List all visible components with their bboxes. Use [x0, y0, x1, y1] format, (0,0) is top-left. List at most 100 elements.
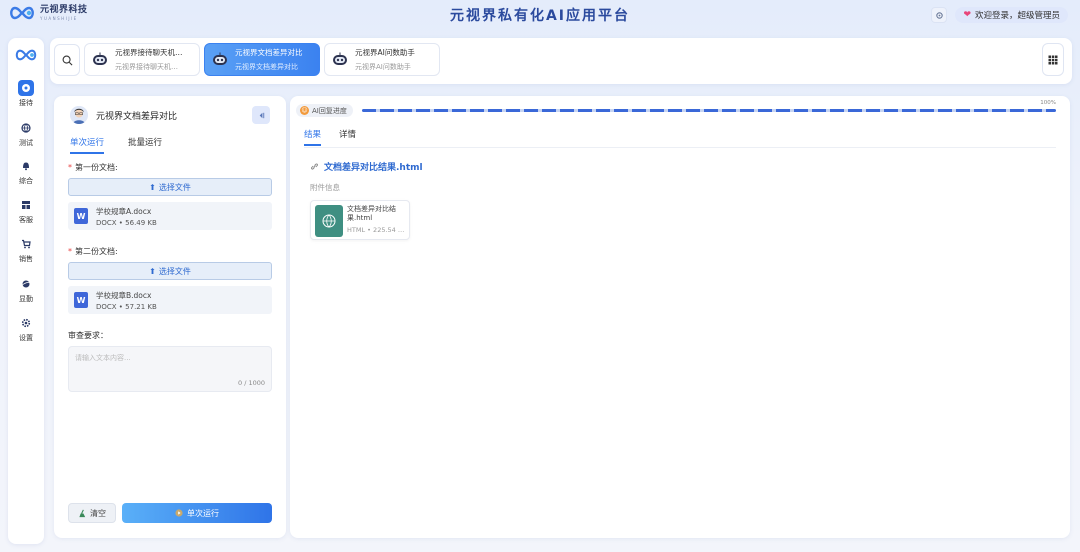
nav-item-settings[interactable]: 设置 [8, 315, 44, 343]
attachment-meta: HTML • 225.54 … [347, 226, 405, 235]
upload-label: 选择文件 [158, 266, 191, 276]
cart-icon [22, 239, 31, 249]
file-meta: DOCX • 57.21 KB [96, 302, 157, 311]
nav-item-label: 客服 [19, 216, 33, 224]
clear-label: 清空 [90, 508, 106, 518]
user-avatar-icon [70, 106, 88, 124]
nav-item-label: 测试 [19, 139, 33, 147]
heart-icon: ❤ [963, 10, 971, 20]
grid-icon [1048, 55, 1058, 64]
top-bar: 元视界科技 YUANSHIJIE 元视界私有化AI应用平台 ❤ 欢迎登录，超级管… [0, 0, 1080, 32]
robot-icon [93, 52, 107, 65]
tab-title: 元视界AI问数助手 [355, 48, 415, 57]
globe-icon [21, 123, 31, 133]
progress-percent: 100% [1040, 100, 1056, 106]
broom-icon [79, 509, 86, 517]
tab-document-diff[interactable]: 元视界文档差异对比 元视界文档差异对比 [204, 43, 320, 76]
nav-item-label: 设置 [19, 334, 33, 342]
globe-icon [322, 214, 336, 228]
collapse-panel-button[interactable] [252, 106, 270, 124]
subtab-batch-run[interactable]: 批量运行 [128, 136, 162, 154]
nav-item-support[interactable]: 客服 [8, 197, 44, 225]
nav-item-label: 接待 [19, 99, 33, 107]
tab-subtitle: 元视界接待聊天机… [115, 63, 178, 71]
app-title: 元视界私有化AI应用平台 [449, 8, 631, 24]
avatar [70, 106, 88, 124]
html-file-icon [315, 205, 343, 237]
single-run-button[interactable]: 单次运行 [122, 503, 272, 523]
file-card-doc1[interactable]: W 学校规章A.docx DOCX • 56.49 KB [68, 202, 272, 230]
result-link-text: 文档差异对比结果.html [324, 163, 423, 173]
user-menu[interactable]: ❤ 欢迎登录，超级管理员 [955, 7, 1068, 23]
grid-panel-icon [22, 201, 30, 209]
doc2-label: * 第二份文档: [68, 247, 118, 256]
nav-item-reception[interactable]: 接待 [8, 80, 44, 108]
file-name: 学校规章B.docx [96, 290, 152, 300]
run-label: 单次运行 [187, 508, 219, 518]
clear-button[interactable]: 清空 [68, 503, 116, 523]
app-tab-strip: 元视界接待聊天机… 元视界接待聊天机… 元视界文档差异对比 元视界文档差异对比 … [50, 38, 1072, 84]
tab-subtitle: 元视界文档差异对比 [235, 63, 298, 71]
nav-item-general[interactable]: 综合 [8, 158, 44, 186]
file-name: 学校规章A.docx [96, 206, 152, 216]
robot-icon [333, 52, 347, 65]
tab-result[interactable]: 结果 [304, 128, 322, 146]
chat-bubble-icon [22, 84, 30, 92]
ai-progress: ☺ AI回复进度 100% [296, 100, 1056, 118]
upload-icon: ⬆ [149, 182, 156, 192]
upload-doc2-button[interactable]: ⬆ 选择文件 [68, 262, 272, 280]
tab-title: 元视界文档差异对比 [235, 48, 303, 57]
tab-title: 元视界接待聊天机… [115, 48, 183, 57]
gear-icon [936, 11, 943, 19]
smile-icon: ☺ [300, 106, 309, 115]
link-icon [311, 163, 318, 170]
play-icon [175, 509, 183, 517]
collapse-left-icon [259, 112, 264, 118]
doc1-label: * 第一份文档: [68, 163, 118, 172]
search-icon [62, 55, 72, 65]
progress-label-pill: ☺ AI回复进度 [296, 104, 353, 117]
gear-icon [21, 318, 31, 328]
result-panel: ☺ AI回复进度 100% 结果 详情 文档差异对比结果.html 附件信息 文… [290, 96, 1070, 538]
char-counter: 0 / 1000 [238, 379, 265, 387]
nav-item-label: 销售 [19, 255, 33, 263]
attachment-section-label: 附件信息 [310, 183, 340, 192]
file-card-doc2[interactable]: W 学校规章B.docx DOCX • 57.21 KB [68, 286, 272, 314]
file-meta: DOCX • 56.49 KB [96, 218, 157, 227]
review-label: 审查要求： [68, 331, 108, 340]
upload-icon: ⬆ [149, 266, 156, 276]
upload-label: 选择文件 [158, 182, 191, 192]
review-input[interactable]: 请输入文本内容... 0 / 1000 [68, 346, 272, 392]
tab-details[interactable]: 详情 [339, 128, 356, 146]
word-file-icon: W [74, 208, 88, 224]
config-panel: 元视界文档差异对比 单次运行 批量运行 * 第一份文档: ⬆ 选择文件 W 学校规… [54, 96, 286, 538]
bell-icon [23, 162, 29, 171]
nav-item-sales[interactable]: 销售 [8, 236, 44, 264]
settings-button[interactable] [931, 7, 948, 23]
tab-subtitle: 元视界AI问数助手 [355, 63, 411, 71]
result-file-link[interactable]: 文档差异对比结果.html [310, 160, 423, 173]
upload-doc1-button[interactable]: ⬆ 选择文件 [68, 178, 272, 196]
progress-bar [362, 109, 1056, 112]
progress-label: AI回复进度 [312, 106, 347, 115]
infinity-logo-icon [15, 49, 37, 61]
tab-ai-data-assistant[interactable]: 元视界AI问数助手 元视界AI问数助手 [324, 43, 440, 76]
planet-icon [21, 280, 31, 288]
tab-reception-chatbot[interactable]: 元视界接待聊天机… 元视界接待聊天机… [84, 43, 200, 76]
robot-icon [213, 52, 227, 65]
panel-title: 元视界文档差异对比 [96, 111, 178, 122]
nav-rail: 接待 测试 综合 客服 销售 显勤 设置 [8, 38, 44, 544]
nav-item-test[interactable]: 测试 [8, 120, 44, 148]
attachment-name: 文档差异对比结果.html [347, 205, 396, 223]
nav-item-attendance[interactable]: 显勤 [8, 276, 44, 304]
nav-item-label: 显勤 [19, 295, 33, 303]
search-button[interactable] [54, 44, 80, 76]
divider [304, 147, 1056, 148]
review-placeholder: 请输入文本内容... [75, 354, 131, 362]
nav-item-label: 综合 [19, 177, 33, 185]
word-file-icon: W [74, 292, 88, 308]
app-grid-button[interactable] [1042, 43, 1064, 76]
user-greeting: 欢迎登录，超级管理员 [974, 11, 1060, 21]
subtab-single-run[interactable]: 单次运行 [70, 136, 105, 154]
attachment-card[interactable]: 文档差异对比结果.html HTML • 225.54 … [310, 200, 410, 240]
